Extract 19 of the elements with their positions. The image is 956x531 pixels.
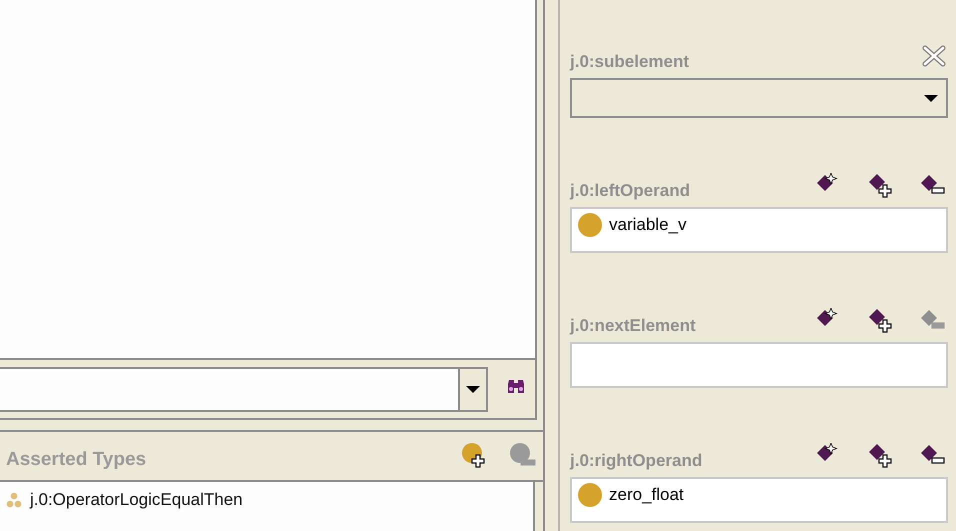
search-combo[interactable] <box>0 366 488 412</box>
instance-icon <box>578 483 602 507</box>
property-label: j.0:nextElement <box>570 315 696 336</box>
value-dropdown[interactable] <box>570 78 948 118</box>
instance-icon <box>578 213 602 237</box>
class-name[interactable]: j.0:OperatorLogicEqualThen <box>30 490 243 510</box>
property-label: j.0:rightOperand <box>570 450 702 471</box>
caret-icon <box>924 94 938 102</box>
add-diamond-icon[interactable] <box>868 307 894 333</box>
add-diamond-icon[interactable] <box>868 442 894 468</box>
section-title: Asserted Types <box>6 448 146 471</box>
add-diamond-icon[interactable] <box>868 172 894 198</box>
caret-icon <box>466 386 480 392</box>
close-icon[interactable] <box>922 45 946 67</box>
property-label: j.0:leftOperand <box>570 180 690 201</box>
class-icon <box>6 492 22 508</box>
instance-name[interactable]: variable_v <box>609 215 686 235</box>
property-label: j.0:subelement <box>570 51 690 72</box>
instance-name[interactable]: zero_float <box>609 485 684 505</box>
